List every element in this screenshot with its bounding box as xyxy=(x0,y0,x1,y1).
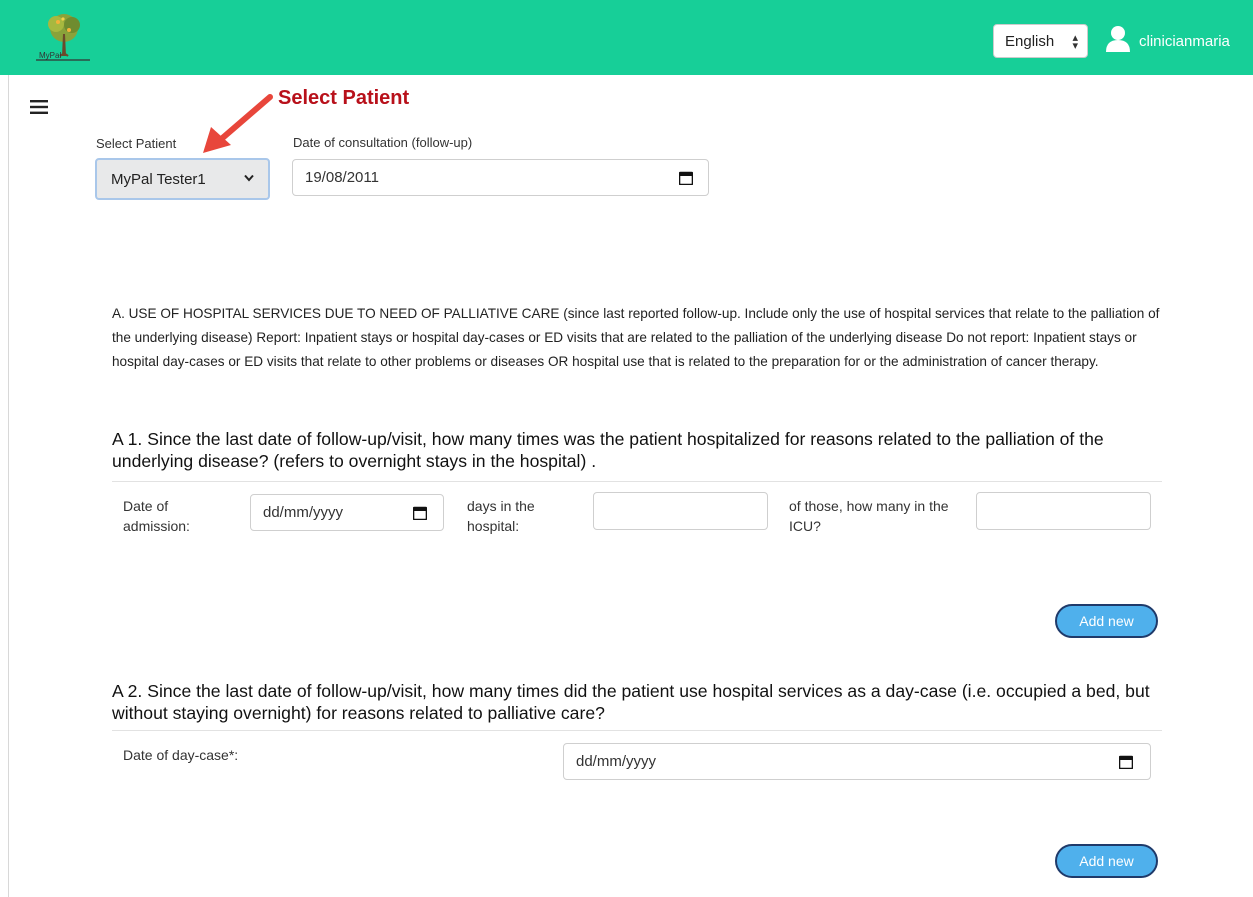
days-in-hospital-input[interactable] xyxy=(593,492,768,530)
hamburger-menu-icon[interactable] xyxy=(30,100,50,114)
language-value: English xyxy=(1005,32,1055,50)
admission-date-placeholder: dd/mm/yyyy xyxy=(263,504,344,521)
daycase-date-label: Date of day-case*: xyxy=(123,747,239,763)
icu-days-label: of those, how many in the ICU? xyxy=(789,498,949,534)
consultation-date-label: Date of consultation (follow-up) xyxy=(293,135,473,150)
chevron-down-icon xyxy=(244,171,254,185)
icu-days-input[interactable] xyxy=(976,492,1151,530)
days-in-hospital-label: days in the hospital: xyxy=(467,498,535,534)
section-a2-heading: A 2. Since the last date of follow-up/vi… xyxy=(112,681,1150,723)
calendar-icon[interactable] xyxy=(413,506,427,520)
top-navbar: MyPal English ▴ ▾ clinicianmaria xyxy=(0,0,1253,75)
section-a1-divider xyxy=(112,481,1162,482)
admission-date-label: Date of admission: xyxy=(123,498,190,534)
consultation-date-input[interactable]: 19/08/2011 xyxy=(292,159,709,196)
arrow-annotation-icon xyxy=(203,94,273,153)
select-patient-annotation: Select Patient xyxy=(278,87,410,109)
mypal-logo[interactable]: MyPal xyxy=(34,12,92,64)
calendar-icon[interactable] xyxy=(679,171,693,185)
select-patient-label: Select Patient xyxy=(96,136,177,151)
patient-select-value: MyPal Tester1 xyxy=(111,170,206,188)
sidebar-divider xyxy=(8,75,9,897)
user-icon[interactable] xyxy=(1105,25,1131,52)
language-select[interactable]: English ▴ ▾ xyxy=(993,24,1088,58)
section-a1-heading: A 1. Since the last date of follow-up/vi… xyxy=(112,429,1104,471)
username-link[interactable]: clinicianmaria xyxy=(1139,33,1230,50)
sort-arrows-icon: ▴ ▾ xyxy=(1072,32,1078,52)
section-intro-text: A. USE OF HOSPITAL SERVICES DUE TO NEED … xyxy=(112,306,1160,369)
add-new-daycase-button[interactable]: Add new xyxy=(1055,844,1158,878)
daycase-date-input[interactable]: dd/mm/yyyy xyxy=(563,743,1151,780)
logo-text: MyPal xyxy=(39,51,62,60)
admission-date-input[interactable]: dd/mm/yyyy xyxy=(250,494,444,531)
consultation-date-value: 19/08/2011 xyxy=(305,169,379,186)
add-new-hospitalization-button[interactable]: Add new xyxy=(1055,604,1158,638)
daycase-date-placeholder: dd/mm/yyyy xyxy=(576,753,657,770)
patient-select[interactable]: MyPal Tester1 xyxy=(95,158,270,200)
calendar-icon[interactable] xyxy=(1119,755,1133,769)
section-a2-divider xyxy=(112,730,1162,731)
